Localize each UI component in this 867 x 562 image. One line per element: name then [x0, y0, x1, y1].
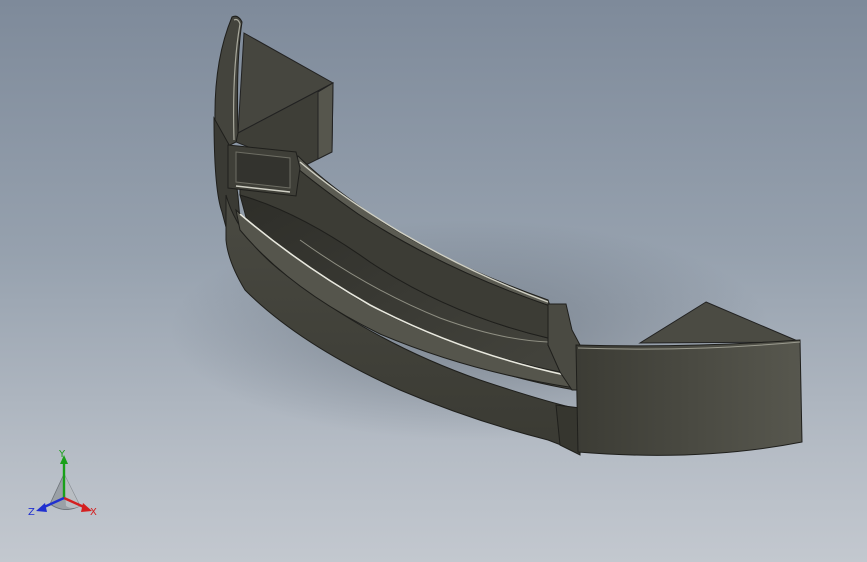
left-pocket-inner [235, 151, 291, 189]
axis-triad-icon[interactable]: Y X Z [28, 448, 104, 520]
graphics-viewport[interactable]: Y X Z [0, 0, 867, 562]
triad-x-label: X [90, 507, 97, 518]
3d-model-view[interactable] [0, 0, 867, 562]
right-end-front-face [575, 339, 803, 456]
triad-z-label: Z [28, 507, 35, 518]
left-end-front-edge [317, 82, 334, 160]
triad-y-label: Y [58, 449, 66, 460]
triad-z-arrow [36, 503, 47, 512]
right-post [555, 404, 581, 456]
